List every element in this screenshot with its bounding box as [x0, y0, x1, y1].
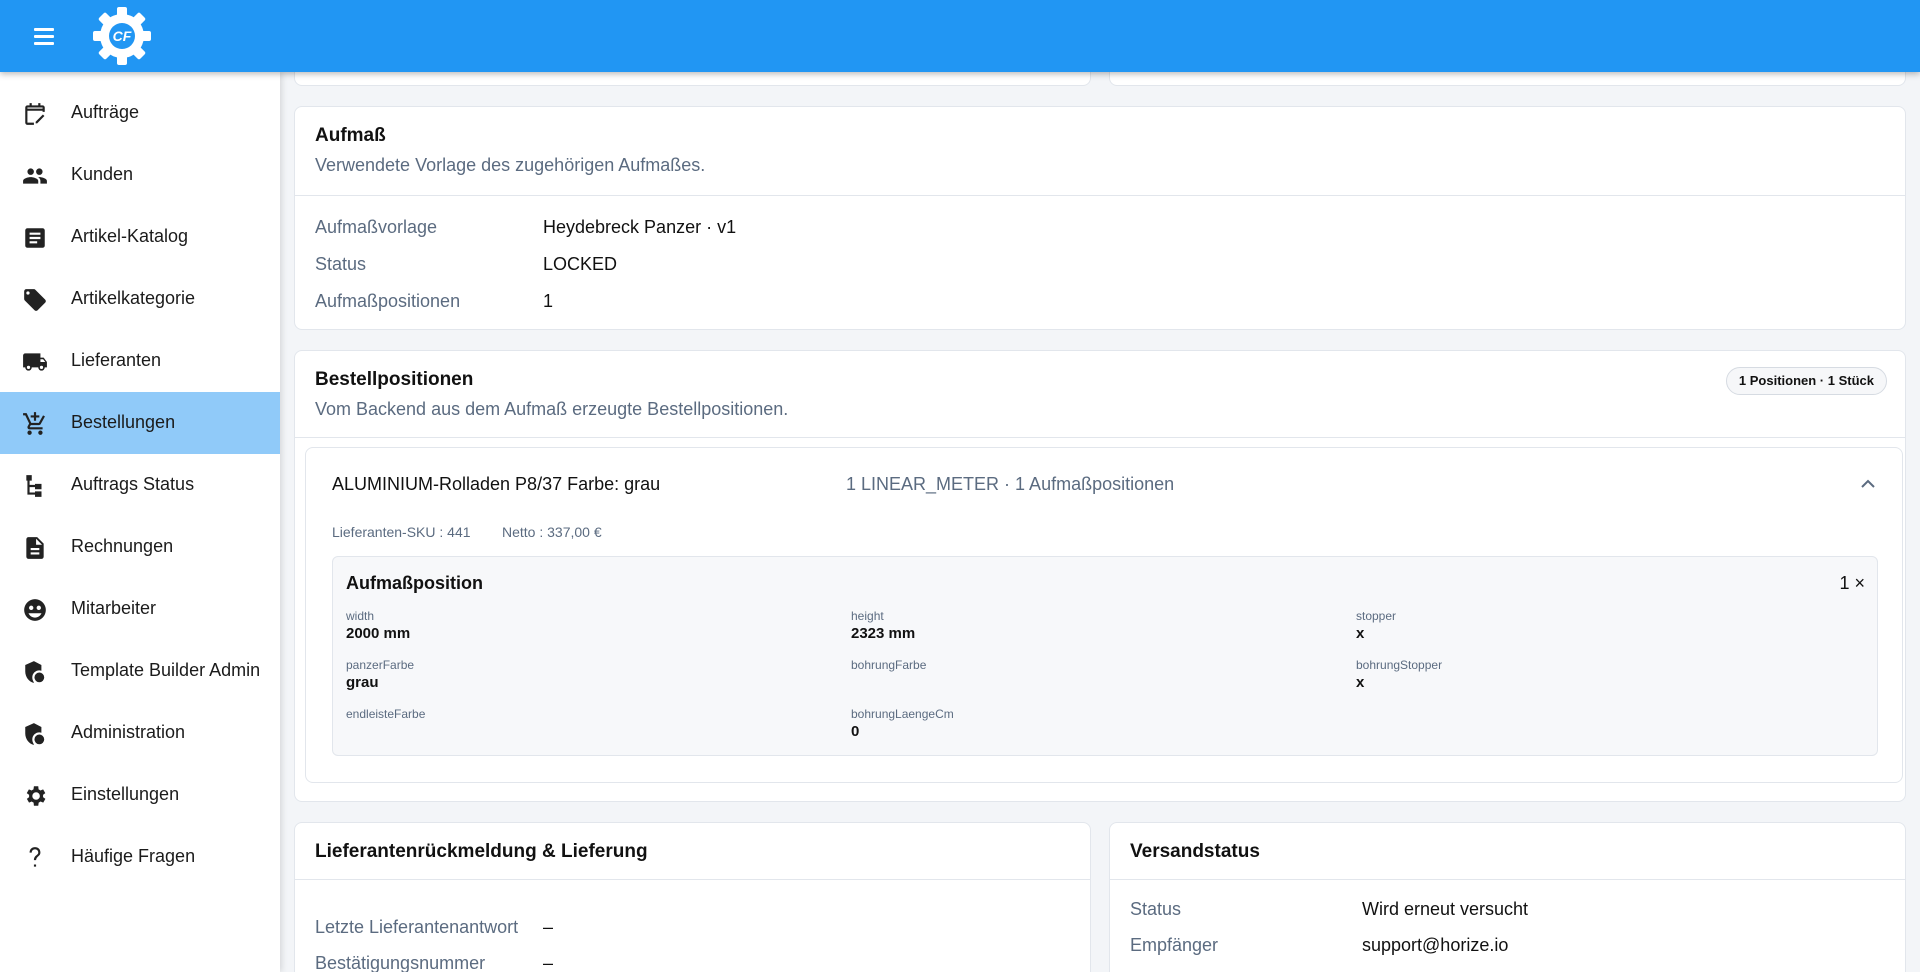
versand-status-label: Status [1130, 899, 1182, 919]
card-top-right-partial [1109, 72, 1906, 86]
gear-icon [22, 783, 48, 809]
truck-icon [22, 349, 48, 375]
field-value-panzerfarbe: grau [346, 674, 379, 691]
field-value-bohrungstopper: x [1356, 674, 1365, 691]
tree-status-icon [22, 473, 48, 499]
position-name: ALUMINIUM-Rolladen P8/37 Farbe: grau [332, 474, 661, 494]
field-value-height: 2323 mm [851, 625, 916, 642]
bestaetigungsnummer-label: Bestätigungsnummer [315, 953, 486, 972]
lieferanten-card: Lieferantenrückmeldung & Lieferung Letzt… [294, 822, 1091, 972]
bestellpositionen-title: Bestellpositionen [315, 369, 474, 390]
field-label-bohrungfarbe: bohrungFarbe [851, 658, 927, 672]
tag-icon [22, 287, 48, 313]
field-label-endleistefarbe: endleisteFarbe [346, 707, 426, 721]
divider [295, 437, 1905, 438]
netto-price: Netto : 337,00 € [502, 524, 602, 540]
sidebar-item-artikelkategorie[interactable]: Artikelkategorie [0, 268, 280, 330]
sidebar-item-haeufige-fragen[interactable]: Häufige Fragen [0, 826, 280, 888]
sidebar-item-label: Lieferanten [71, 350, 162, 370]
versand-title: Versandstatus [1130, 841, 1260, 862]
article-icon [22, 225, 48, 251]
measurement-count: 1 × [1839, 573, 1865, 593]
lieferanten-title: Lieferantenrückmeldung & Lieferung [315, 841, 648, 862]
face-icon [22, 597, 48, 623]
sidebar-item-label: Bestellungen [71, 412, 176, 432]
document-icon [22, 535, 48, 561]
calendar-edit-icon [22, 101, 48, 127]
sidebar: Aufträge Kunden Artikel-Katalog Artikelk… [0, 72, 280, 972]
main-content: Aufmaß Verwendete Vorlage des zugehörige… [280, 72, 1920, 972]
letzte-lieferantenantwort-value: – [543, 917, 554, 937]
cart-add-icon [22, 411, 48, 437]
aufmasspositionen-label: Aufmaßpositionen [315, 291, 461, 311]
sidebar-item-label: Artikel-Katalog [71, 226, 189, 246]
top-app-bar: CF [0, 0, 1920, 72]
bestellpositionen-card: Bestellpositionen Vom Backend aus dem Au… [294, 350, 1906, 802]
sidebar-item-artikel-katalog[interactable]: Artikel-Katalog [0, 206, 280, 268]
sidebar-item-mitarbeiter[interactable]: Mitarbeiter [0, 578, 280, 640]
divider [295, 879, 1090, 880]
sidebar-item-template-builder-admin[interactable]: Template Builder Admin [0, 640, 280, 702]
admin-shield-icon [22, 721, 48, 747]
aufmass-subtitle: Verwendete Vorlage des zugehörigen Aufma… [315, 155, 706, 175]
people-icon [22, 163, 48, 189]
sidebar-item-bestellungen[interactable]: Bestellungen [0, 392, 280, 454]
question-icon [22, 845, 48, 871]
sidebar-item-label: Mitarbeiter [71, 598, 157, 618]
sidebar-item-label: Template Builder Admin [71, 660, 261, 680]
admin-shield-icon [22, 659, 48, 685]
measurement-title: Aufmaßposition [346, 573, 483, 593]
chevron-up-icon[interactable] [1856, 472, 1880, 496]
aufmasspositionen-value: 1 [543, 291, 554, 311]
divider [295, 195, 1905, 196]
sidebar-item-label: Artikelkategorie [71, 288, 196, 308]
sidebar-item-label: Rechnungen [71, 536, 174, 556]
status-value: LOCKED [543, 254, 618, 274]
sidebar-item-kunden[interactable]: Kunden [0, 144, 280, 206]
field-label-panzerfarbe: panzerFarbe [346, 658, 415, 672]
field-label-bohrunglaengecm: bohrungLaengeCm [851, 707, 954, 721]
logo-text: CF [113, 28, 132, 44]
sidebar-item-auftrags-status[interactable]: Auftrags Status [0, 454, 280, 516]
supplier-sku: Lieferanten-SKU : 441 [332, 524, 471, 540]
sidebar-item-label: Einstellungen [71, 784, 180, 804]
field-label-width: width [346, 609, 375, 623]
order-position-item[interactable]: ALUMINIUM-Rolladen P8/37 Farbe: grau 1 L… [305, 447, 1903, 783]
bestellpositionen-subtitle: Vom Backend aus dem Aufmaß erzeugte Best… [315, 399, 789, 419]
versand-status-value: Wird erneut versucht [1362, 899, 1529, 919]
sidebar-item-lieferanten[interactable]: Lieferanten [0, 330, 280, 392]
empfaenger-label: Empfänger [1130, 935, 1219, 955]
field-label-stopper: stopper [1356, 609, 1397, 623]
app-logo[interactable]: CF [90, 4, 154, 68]
aufmass-title: Aufmaß [315, 125, 386, 146]
sidebar-item-label: Aufträge [71, 102, 140, 122]
sidebar-item-label: Häufige Fragen [71, 846, 196, 866]
aufmassvorlage-label: Aufmaßvorlage [315, 217, 438, 237]
aufmassvorlage-value: Heydebreck Panzer · v1 [543, 217, 737, 237]
sidebar-item-label: Kunden [71, 164, 134, 184]
field-value-bohrunglaengecm: 0 [851, 723, 860, 740]
versand-card: Versandstatus Status Wird erneut versuch… [1109, 822, 1906, 972]
status-label: Status [315, 254, 367, 274]
letzte-lieferantenantwort-label: Letzte Lieferantenantwort [315, 917, 519, 937]
positions-count-badge: 1 Positionen · 1 Stück [1725, 367, 1887, 395]
bestaetigungsnummer-value: – [543, 953, 554, 972]
sidebar-item-rechnungen[interactable]: Rechnungen [0, 516, 280, 578]
sidebar-item-auftraege[interactable]: Aufträge [0, 82, 280, 144]
sidebar-item-einstellungen[interactable]: Einstellungen [0, 764, 280, 826]
field-label-height: height [851, 609, 884, 623]
aufmass-card: Aufmaß Verwendete Vorlage des zugehörige… [294, 106, 1906, 330]
sidebar-item-administration[interactable]: Administration [0, 702, 280, 764]
empfaenger-value: support@horize.io [1362, 935, 1509, 955]
sidebar-item-label: Auftrags Status [71, 474, 195, 494]
field-label-bohrungstopper: bohrungStopper [1356, 658, 1443, 672]
sidebar-item-label: Administration [71, 722, 186, 742]
position-meta: 1 LINEAR_METER · 1 Aufmaßpositionen [846, 474, 1175, 494]
measurement-position-box: Aufmaßposition 1 × width 2000 mm height … [332, 556, 1878, 756]
card-top-left-partial [294, 72, 1091, 86]
field-value-stopper: x [1356, 625, 1365, 642]
field-value-width: 2000 mm [346, 625, 411, 642]
divider [1110, 879, 1905, 880]
menu-icon[interactable] [28, 24, 60, 48]
